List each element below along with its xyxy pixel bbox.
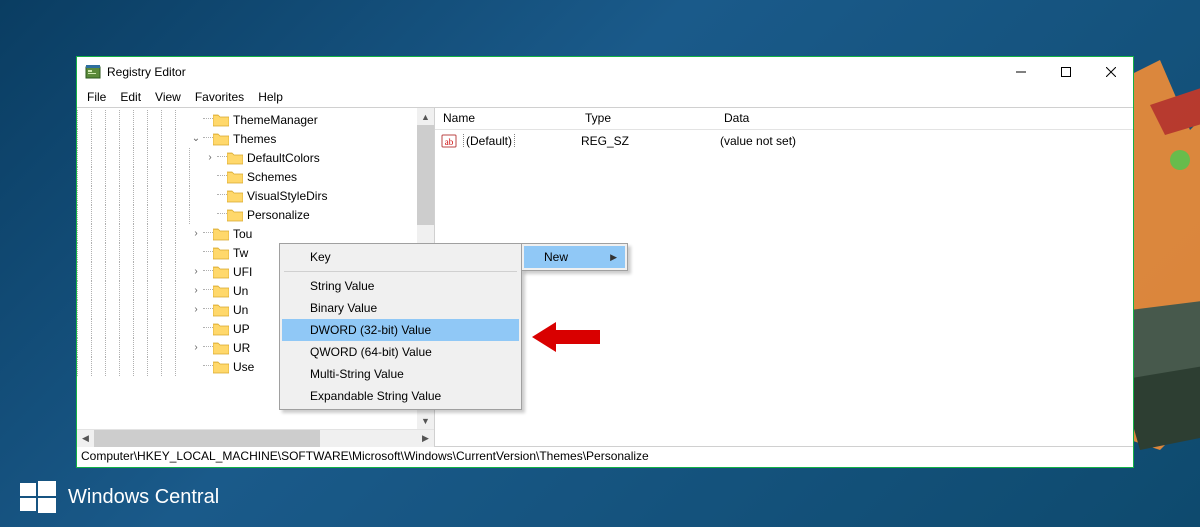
- folder-icon: [213, 132, 229, 146]
- tree-expander-icon[interactable]: ›: [189, 304, 203, 315]
- context-separator: [284, 271, 517, 272]
- folder-icon: [227, 151, 243, 165]
- folder-icon: [213, 303, 229, 317]
- submenu-arrow-icon: ▶: [610, 252, 617, 263]
- string-value-icon: ab: [441, 133, 457, 149]
- scroll-right-icon[interactable]: ▶: [417, 430, 434, 447]
- menu-help[interactable]: Help: [252, 88, 289, 106]
- tree-expander-icon[interactable]: ›: [189, 342, 203, 353]
- folder-icon: [227, 170, 243, 184]
- tree-item-label: Tw: [233, 246, 252, 260]
- context-item-label: DWORD (32-bit) Value: [310, 323, 431, 337]
- maximize-button[interactable]: [1043, 57, 1088, 87]
- tree-item-label: ThemeManager: [233, 113, 322, 127]
- context-item-qword-64-bit-value[interactable]: QWORD (64-bit) Value: [282, 341, 519, 363]
- value-row-default[interactable]: ab (Default) REG_SZ (value not set): [437, 132, 1131, 150]
- context-item-label: QWORD (64-bit) Value: [310, 345, 432, 359]
- context-item-multi-string-value[interactable]: Multi-String Value: [282, 363, 519, 385]
- menubar: File Edit View Favorites Help: [77, 87, 1133, 107]
- menu-edit[interactable]: Edit: [114, 88, 147, 106]
- tree-item-label: UP: [233, 322, 254, 336]
- value-type: REG_SZ: [579, 134, 718, 148]
- folder-icon: [227, 208, 243, 222]
- tree-item-label: Personalize: [247, 208, 314, 222]
- tree-item-personalize[interactable]: Personalize: [77, 205, 434, 224]
- tree-item-label: Un: [233, 284, 252, 298]
- menu-view[interactable]: View: [149, 88, 187, 106]
- scroll-thumb[interactable]: [94, 430, 320, 447]
- context-item-new[interactable]: New ▶: [524, 246, 625, 268]
- tree-horizontal-scrollbar[interactable]: ◀ ▶: [77, 429, 434, 446]
- context-item-label: New: [544, 250, 568, 264]
- tree-item-label: Use: [233, 360, 258, 374]
- context-item-label: Expandable String Value: [310, 389, 441, 403]
- titlebar[interactable]: Registry Editor: [77, 57, 1133, 87]
- tree-item-tou[interactable]: › Tou: [77, 224, 434, 243]
- tree-expander-icon[interactable]: ›: [189, 266, 203, 277]
- column-data[interactable]: Data: [716, 108, 1133, 129]
- menu-file[interactable]: File: [81, 88, 112, 106]
- folder-icon: [213, 246, 229, 260]
- context-item-dword-32-bit-value[interactable]: DWORD (32-bit) Value: [282, 319, 519, 341]
- tree-item-schemes[interactable]: Schemes: [77, 167, 434, 186]
- tree-item-themes[interactable]: ⌄ Themes: [77, 129, 434, 148]
- tree-item-label: Un: [233, 303, 252, 317]
- tree-item-label: Tou: [233, 227, 256, 241]
- tree-item-label: Schemes: [247, 170, 301, 184]
- folder-icon: [213, 360, 229, 374]
- tree-item-label: VisualStyleDirs: [247, 189, 331, 203]
- folder-icon: [213, 284, 229, 298]
- tree-item-thememanager[interactable]: ThemeManager: [77, 110, 434, 129]
- scroll-left-icon[interactable]: ◀: [77, 430, 94, 447]
- window-title: Registry Editor: [107, 65, 998, 79]
- tree-expander-icon[interactable]: ⌄: [189, 133, 203, 144]
- value-data: (value not set): [718, 134, 1131, 148]
- tree-expander-icon[interactable]: ›: [189, 228, 203, 239]
- windows-logo-icon: [20, 479, 56, 515]
- folder-icon: [213, 265, 229, 279]
- list-header: Name Type Data: [435, 108, 1133, 130]
- tree-expander-icon[interactable]: ›: [203, 152, 217, 163]
- context-menu-parent: New ▶: [521, 243, 628, 271]
- context-item-key[interactable]: Key: [282, 246, 519, 268]
- folder-icon: [213, 341, 229, 355]
- context-item-string-value[interactable]: String Value: [282, 275, 519, 297]
- tree-item-defaultcolors[interactable]: › DefaultColors: [77, 148, 434, 167]
- context-item-label: Binary Value: [310, 301, 377, 315]
- svg-text:ab: ab: [445, 137, 454, 147]
- scroll-down-icon[interactable]: ▼: [417, 412, 434, 429]
- tree-item-label: UFI: [233, 265, 256, 279]
- tree-expander-icon[interactable]: ›: [189, 285, 203, 296]
- scroll-thumb[interactable]: [417, 125, 434, 225]
- minimize-button[interactable]: [998, 57, 1043, 87]
- value-list-panel: Name Type Data ab (Default) REG_SZ (valu…: [435, 108, 1133, 446]
- folder-icon: [227, 189, 243, 203]
- context-item-expandable-string-value[interactable]: Expandable String Value: [282, 385, 519, 407]
- close-button[interactable]: [1088, 57, 1133, 87]
- status-path-bar: Computer\HKEY_LOCAL_MACHINE\SOFTWARE\Mic…: [77, 447, 1133, 467]
- tree-item-label: Themes: [233, 132, 280, 146]
- context-item-label: Key: [310, 250, 331, 264]
- column-type[interactable]: Type: [577, 108, 716, 129]
- context-item-label: String Value: [310, 279, 374, 293]
- column-name[interactable]: Name: [435, 108, 577, 129]
- folder-icon: [213, 322, 229, 336]
- context-item-label: Multi-String Value: [310, 367, 404, 381]
- context-item-binary-value[interactable]: Binary Value: [282, 297, 519, 319]
- regedit-icon: [85, 64, 101, 80]
- watermark: Windows Central: [20, 479, 219, 515]
- value-name: (Default): [463, 134, 515, 148]
- tree-item-label: UR: [233, 341, 254, 355]
- context-submenu-new: Key String Value Binary Value DWORD (32-bit…: [279, 243, 522, 410]
- tree-item-label: DefaultColors: [247, 151, 324, 165]
- folder-icon: [213, 227, 229, 241]
- menu-favorites[interactable]: Favorites: [189, 88, 250, 106]
- scroll-up-icon[interactable]: ▲: [417, 108, 434, 125]
- tree-item-visualstyledirs[interactable]: VisualStyleDirs: [77, 186, 434, 205]
- folder-icon: [213, 113, 229, 127]
- watermark-text: Windows Central: [68, 486, 219, 509]
